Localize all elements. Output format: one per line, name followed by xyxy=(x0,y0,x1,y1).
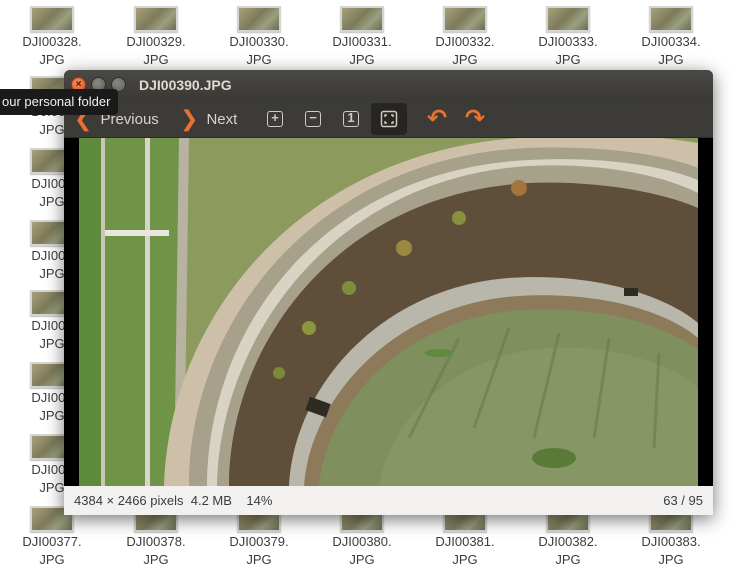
normal-size-button[interactable]: 1 xyxy=(340,108,362,130)
chevron-right-icon: ❯ xyxy=(180,106,199,131)
file-name-line2: JPG xyxy=(555,52,581,67)
image-dimensions: 4384 × 2466 pixels xyxy=(74,493,184,508)
file-name-line1: DJI00332. xyxy=(435,34,495,49)
rotate-left-icon: ↶ xyxy=(426,105,448,132)
home-folder-tooltip: our personal folder xyxy=(0,89,119,115)
image-file-size: 4.2 MB xyxy=(190,493,232,508)
file-name-line1: DJI00383. xyxy=(641,534,701,549)
file-name-line2: JPG xyxy=(143,52,169,67)
toolbar: ❮ Previous ❯ Next + − 1 ↶ ↷ xyxy=(64,100,713,138)
desktop-file[interactable]: DJI00331. JPG xyxy=(317,6,407,68)
file-thumbnail xyxy=(340,6,384,32)
best-fit-icon xyxy=(380,110,398,128)
next-label: Next xyxy=(206,110,238,128)
file-name-line1: DJI00378. xyxy=(126,534,186,549)
file-name-line1: DJI00377. xyxy=(22,534,82,549)
normal-size-icon: 1 xyxy=(343,111,359,127)
zoom-level: 14% xyxy=(246,493,273,508)
desktop-file[interactable]: DJI00381. JPG xyxy=(420,506,510,568)
status-bar: 4384 × 2466 pixels 4.2 MB 14% 63 / 95 xyxy=(64,486,713,515)
file-thumbnail xyxy=(649,6,693,32)
file-name-line2: JPG xyxy=(143,552,169,567)
file-name-line2: JPG xyxy=(452,52,478,67)
file-name-line2: JPG xyxy=(349,552,375,567)
image-viewer-window: × DJI00390.JPG ❮ Previous ❯ Next + − 1 ↶… xyxy=(64,70,713,515)
file-thumbnail xyxy=(30,6,74,32)
best-fit-button[interactable] xyxy=(371,103,407,135)
desktop-file[interactable]: DJI00382. JPG xyxy=(523,506,613,568)
desktop-file[interactable]: DJI00332. JPG xyxy=(420,6,510,68)
file-name-line1: DJI00380. xyxy=(332,534,392,549)
desktop-file[interactable]: DJI00334. JPG xyxy=(626,6,716,68)
file-thumbnail xyxy=(546,6,590,32)
file-name-line1: DJI00329. xyxy=(126,34,186,49)
rotate-right-button[interactable]: ↷ xyxy=(464,105,486,132)
file-name-line1: DJI00382. xyxy=(538,534,598,549)
file-name-line2: JPG xyxy=(39,552,65,567)
file-thumbnail xyxy=(134,6,178,32)
file-name-line1: DJI00328. xyxy=(22,34,82,49)
image-info: 4384 × 2466 pixels 4.2 MB 14% xyxy=(74,486,272,515)
desktop-file[interactable]: DJI00380. JPG xyxy=(317,506,407,568)
window-title: DJI00390.JPG xyxy=(139,77,232,93)
desktop-file[interactable]: DJI00377. JPG xyxy=(7,506,97,568)
desktop-file[interactable]: DJI00330. JPG xyxy=(214,6,304,68)
file-thumbnail xyxy=(237,6,281,32)
file-name-line2: JPG xyxy=(349,52,375,67)
desktop-file[interactable]: DJI00383. JPG xyxy=(626,506,716,568)
file-name-line1: DJI00333. xyxy=(538,34,598,49)
file-name-line2: JPG xyxy=(246,52,272,67)
photo-image xyxy=(79,138,698,486)
next-button[interactable]: ❯ Next xyxy=(180,100,237,138)
file-name-line1: DJI00334. xyxy=(641,34,701,49)
file-name-line2: JPG xyxy=(246,552,272,567)
desktop-file[interactable]: DJI00328. JPG xyxy=(7,6,97,68)
rotate-left-button[interactable]: ↶ xyxy=(426,105,448,132)
desktop-file[interactable]: DJI00329. JPG xyxy=(111,6,201,68)
file-name-line2: JPG xyxy=(39,52,65,67)
image-position: 63 / 95 xyxy=(663,493,703,508)
desktop-file[interactable]: DJI00378. JPG xyxy=(111,506,201,568)
file-name-line1: DJI00330. xyxy=(229,34,289,49)
title-bar[interactable]: × DJI00390.JPG xyxy=(64,70,713,100)
aerial-photo xyxy=(79,138,698,486)
zoom-out-icon: − xyxy=(305,111,321,127)
zoom-out-button[interactable]: − xyxy=(302,108,324,130)
file-name-line2: JPG xyxy=(658,52,684,67)
desktop-file[interactable]: DJI00333. JPG xyxy=(523,6,613,68)
desktop-file[interactable]: DJI00379. JPG xyxy=(214,506,304,568)
file-thumbnail xyxy=(443,6,487,32)
zoom-in-icon: + xyxy=(267,111,283,127)
rotate-right-icon: ↷ xyxy=(464,105,486,132)
file-name-line2: JPG xyxy=(555,552,581,567)
file-name-line2: JPG xyxy=(452,552,478,567)
file-name-line2: JPG xyxy=(658,552,684,567)
file-name-line1: DJI00379. xyxy=(229,534,289,549)
zoom-in-button[interactable]: + xyxy=(264,108,286,130)
file-name-line1: DJI00381. xyxy=(435,534,495,549)
file-name-line1: DJI00331. xyxy=(332,34,392,49)
image-viewport[interactable] xyxy=(64,138,713,486)
